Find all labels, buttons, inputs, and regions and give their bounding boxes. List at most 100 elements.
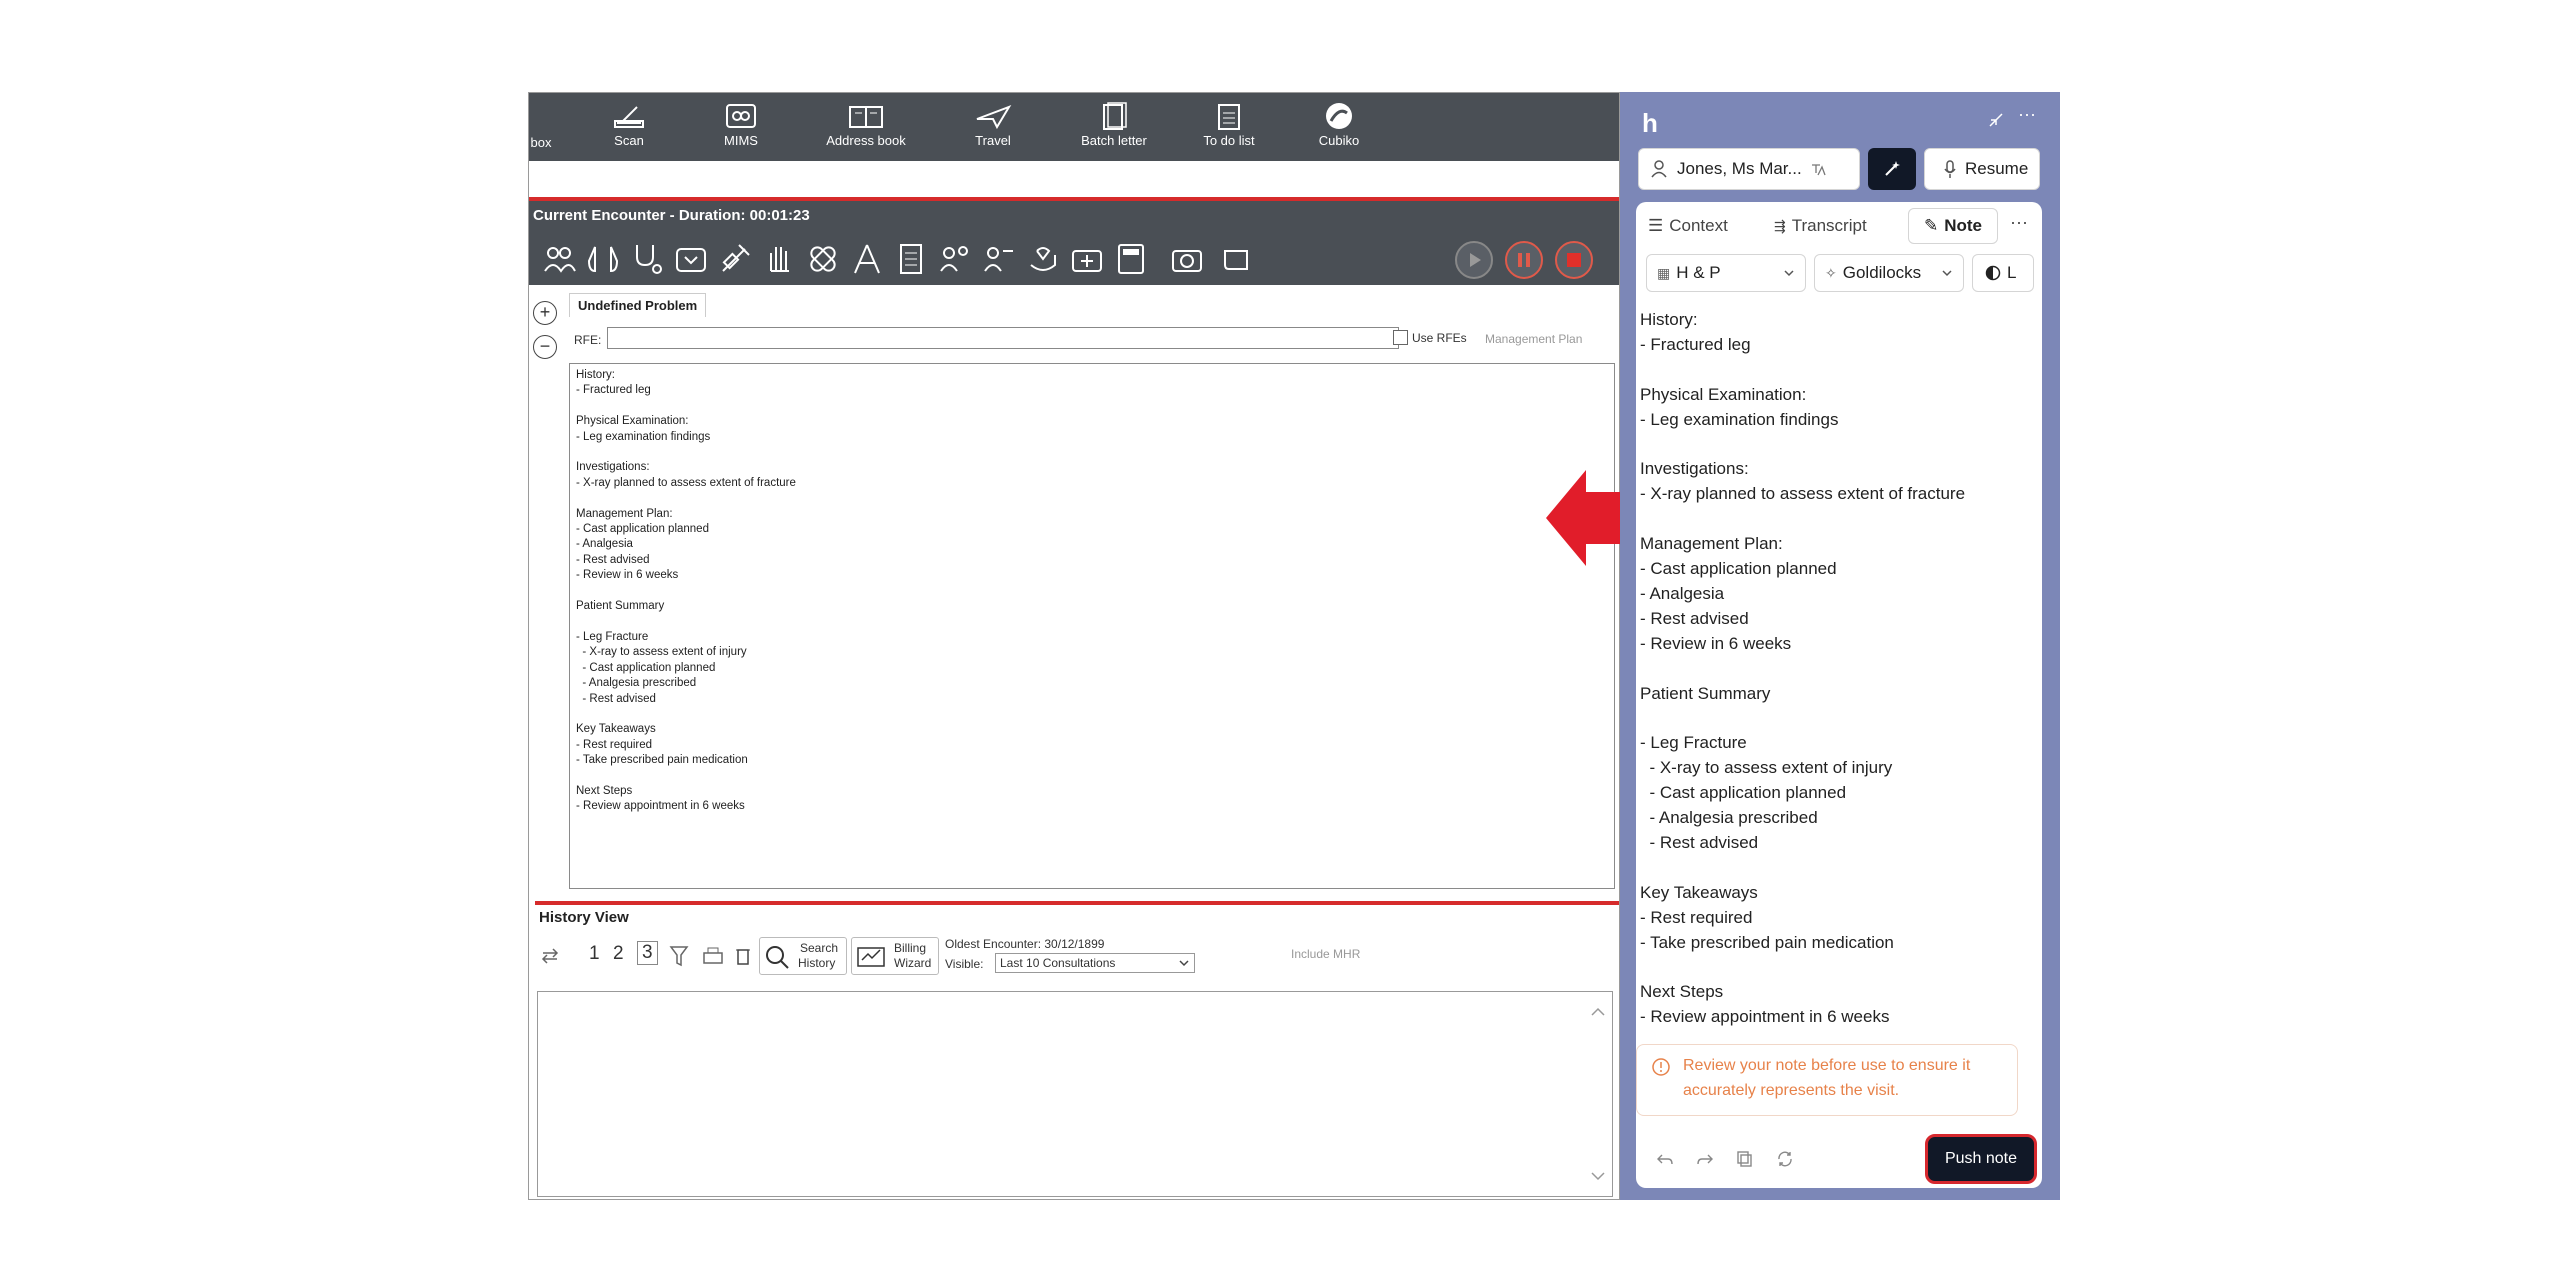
toolbar-item-inbox[interactable]: box	[529, 135, 553, 150]
scroll-up-icon[interactable]	[1590, 1006, 1606, 1018]
refresh-icon[interactable]	[539, 945, 561, 967]
review-warning: Review your note before use to ensure it…	[1636, 1044, 2018, 1116]
address-book-icon	[849, 106, 883, 128]
history-page-2[interactable]: 2	[613, 943, 624, 965]
document-icon[interactable]	[893, 241, 929, 277]
tab-transcript-label: Transcript	[1791, 216, 1867, 235]
hand-heart-icon[interactable]	[1025, 241, 1061, 277]
toolbar-item-scan[interactable]: Scan	[599, 101, 659, 148]
use-rfes-checkbox[interactable]: Use RFEs	[1393, 330, 1467, 345]
stop-button[interactable]	[1555, 241, 1593, 279]
pause-icon	[1518, 253, 1530, 267]
generated-note[interactable]: History: - Fractured leg Physical Examin…	[1640, 308, 2020, 1030]
redo-icon[interactable]	[1696, 1152, 1714, 1168]
rfe-input[interactable]	[607, 327, 1399, 349]
scroll-down-icon[interactable]	[1590, 1170, 1606, 1182]
encounter-title: Current Encounter - Duration: 00:01:23	[533, 207, 810, 224]
print-icon[interactable]	[701, 945, 725, 967]
mode-select[interactable]: L	[1972, 254, 2034, 292]
style-icon: ✧	[1825, 264, 1837, 281]
tab-transcript[interactable]: ⇶ Transcript	[1774, 216, 1867, 236]
checkbox-box[interactable]	[1393, 330, 1408, 345]
info-icon	[1652, 1058, 1670, 1076]
history-content[interactable]	[537, 991, 1613, 1197]
history-page-1[interactable]: 1	[589, 943, 600, 965]
toolbar-item-label: Travel	[975, 133, 1011, 148]
scroll-icon[interactable]	[1219, 241, 1255, 277]
template-label: H & P	[1676, 263, 1721, 282]
lungs-icon[interactable]	[585, 241, 621, 277]
toolbar-item-label: Batch letter	[1081, 133, 1147, 148]
tab-context[interactable]: ☰ Context	[1648, 216, 1728, 236]
more-options-icon[interactable]: ···	[2018, 104, 2036, 125]
magic-wand-button[interactable]	[1868, 148, 1916, 190]
patient-name: Jones, Ms Mar...	[1677, 159, 1802, 178]
inbox-tray-icon[interactable]	[673, 241, 709, 277]
search-history-button[interactable]: Search History	[759, 937, 847, 975]
syringe-icon[interactable]	[717, 241, 753, 277]
tab-context-label: Context	[1669, 216, 1728, 235]
use-rfes-label: Use RFEs	[1412, 330, 1467, 345]
scanner-icon	[614, 106, 644, 128]
note-more-icon[interactable]: ···	[2010, 212, 2028, 233]
cubiko-icon	[1326, 103, 1352, 129]
transcript-icon: ⇶	[1774, 217, 1786, 234]
billing-label-1: Billing	[894, 941, 927, 955]
tab-note[interactable]: ✎ Note	[1908, 208, 1998, 244]
toolbar-item-address-book[interactable]: Address book	[811, 101, 921, 148]
billing-wizard-button[interactable]: Billing Wizard	[851, 937, 939, 975]
compass-icon[interactable]	[849, 241, 885, 277]
template-icon: ▦	[1657, 264, 1671, 281]
plane-icon	[976, 105, 1012, 130]
red-arrow-icon	[1546, 470, 1626, 566]
review-warning-text: Review your note before use to ensure it…	[1683, 1057, 1971, 1099]
regenerate-icon[interactable]	[1776, 1150, 1794, 1168]
push-note-button[interactable]: Push note	[1925, 1134, 2037, 1184]
pause-button[interactable]	[1505, 241, 1543, 279]
person-icon	[1651, 160, 1667, 178]
remove-problem-button[interactable]: −	[533, 335, 557, 359]
undo-icon[interactable]	[1656, 1152, 1674, 1168]
camera-icon[interactable]	[1169, 241, 1205, 277]
toolbar-item-label: To do list	[1203, 133, 1255, 148]
management-plan-link[interactable]: Management Plan	[1485, 332, 1582, 346]
toolbar-item-label: Scan	[614, 133, 644, 148]
history-divider	[535, 901, 1619, 905]
toolbar-item-batch-letter[interactable]: Batch letter	[1069, 101, 1159, 148]
toolbar-item-label: Address book	[826, 133, 906, 148]
play-button[interactable]	[1455, 241, 1493, 279]
hand-icon[interactable]	[761, 241, 797, 277]
collapse-icon[interactable]	[1986, 110, 2006, 130]
visible-select[interactable]: Last 10 Consultations	[995, 953, 1195, 973]
include-mhr-label[interactable]: Include MHR	[1291, 947, 1360, 961]
medkit-icon[interactable]	[1069, 241, 1105, 277]
pencil-icon: ✎	[1923, 216, 1939, 235]
stop-icon	[1567, 253, 1581, 267]
add-problem-button[interactable]: +	[533, 301, 557, 325]
group-add-icon[interactable]	[937, 241, 973, 277]
resume-button[interactable]: Resume	[1924, 148, 2040, 190]
encounter-note-textarea[interactable]: History: - Fractured leg Physical Examin…	[569, 363, 1615, 889]
tab-undefined-problem[interactable]: Undefined Problem	[569, 293, 707, 317]
style-select[interactable]: ✧ Goldilocks	[1814, 254, 1964, 292]
resume-label: Resume	[1965, 159, 2029, 178]
visible-label: Visible:	[945, 957, 984, 971]
main-toolbar: box Scan MIMS Address book Travel Batch …	[529, 93, 1619, 161]
clipboard-icon	[1218, 104, 1240, 130]
bandage-icon[interactable]	[805, 241, 841, 277]
toolbar-item-travel[interactable]: Travel	[963, 101, 1023, 148]
trash-icon[interactable]	[733, 945, 753, 967]
calculator-icon[interactable]	[1113, 241, 1149, 277]
group-remove-icon[interactable]	[981, 241, 1017, 277]
toolbar-item-cubiko[interactable]: Cubiko	[1309, 101, 1369, 148]
filter-icon[interactable]	[669, 945, 689, 967]
copy-icon[interactable]	[1736, 1150, 1754, 1168]
patients-icon[interactable]	[541, 241, 577, 277]
toolbar-item-todo[interactable]: To do list	[1189, 101, 1269, 148]
stethoscope-icon[interactable]	[629, 241, 665, 277]
history-page-3[interactable]: 3	[637, 941, 658, 965]
style-label: Goldilocks	[1842, 263, 1922, 282]
template-select[interactable]: ▦ H & P	[1646, 254, 1806, 292]
patient-selector[interactable]: Jones, Ms Mar...	[1638, 148, 1860, 190]
toolbar-item-mims[interactable]: MIMS	[711, 101, 771, 148]
